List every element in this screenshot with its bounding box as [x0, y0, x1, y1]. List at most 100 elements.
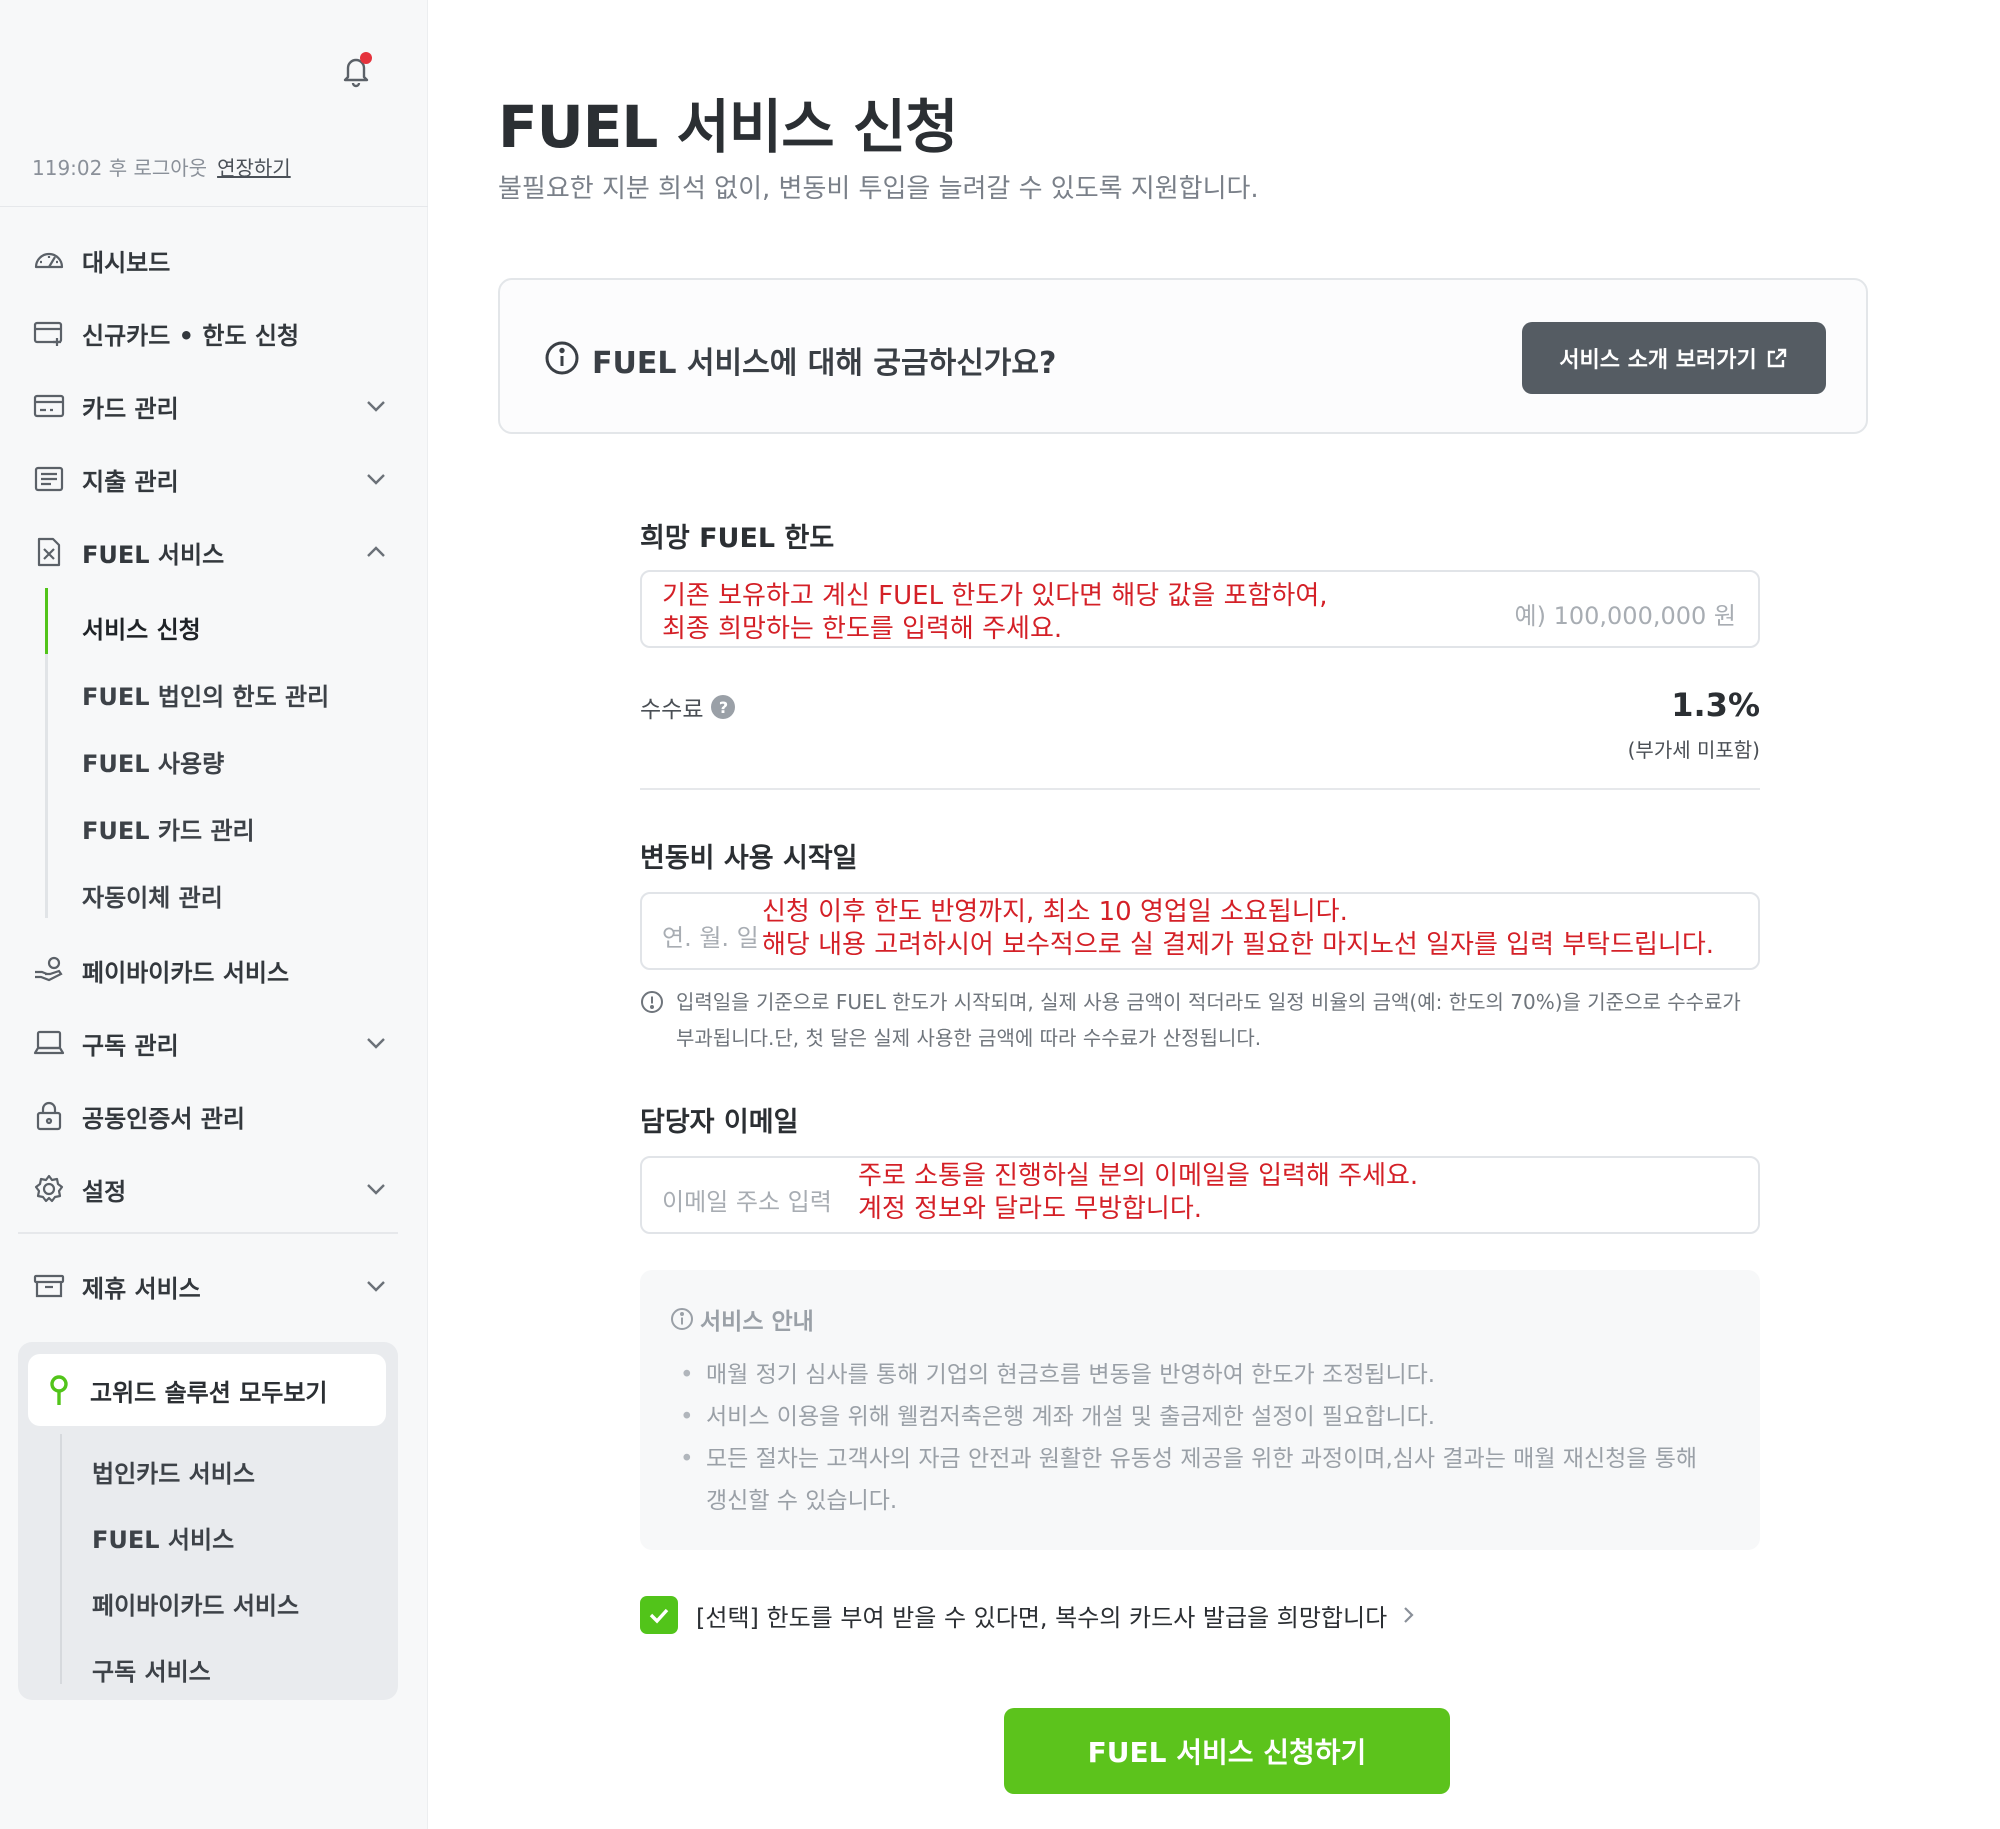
- sidebar-item-fuel-service[interactable]: FUEL 서비스: [32, 530, 390, 574]
- service-guide-title: 서비스 안내: [670, 1302, 814, 1336]
- limit-annotation-line: 기존 보유하고 계신 FUEL 한도가 있다면 해당 값을 포함하여,: [662, 581, 1328, 611]
- fee-note: (부가세 미포함): [1627, 738, 1760, 762]
- sidebar-item-label: 제휴 서비스: [82, 1274, 201, 1303]
- sidebar-item-label: FUEL 서비스: [82, 540, 225, 569]
- email-annotation-line: 계정 정보와 달라도 무방합니다.: [858, 1194, 1203, 1224]
- sidebar-item-label: 설정: [82, 1177, 127, 1206]
- service-info-card: FUEL 서비스에 대해 궁금하신가요? 서비스 소개 보러가기: [498, 278, 1868, 434]
- solution-item-paybycard[interactable]: 페이바이카드 서비스: [92, 1586, 299, 1621]
- sidebar-item-label: 구독 관리: [82, 1031, 179, 1060]
- sidebar-subitem-auto-transfer[interactable]: 자동이체 관리: [82, 878, 223, 913]
- list-item: 매월 정기 심사를 통해 기업의 현금흐름 변동을 반영하여 한도가 조정됩니다…: [680, 1354, 1720, 1396]
- sidebar-item-certificate[interactable]: 공동인증서 관리: [32, 1094, 390, 1138]
- list-item: 모든 절차는 고객사의 자금 안전과 원활한 유동성 제공을 위한 과정이며,심…: [680, 1438, 1720, 1522]
- sidebar-divider: [0, 206, 428, 207]
- page-title: FUEL 서비스 신청: [498, 93, 958, 161]
- receipt-icon: [32, 464, 66, 494]
- sidebar-subitem-fuel-usage[interactable]: FUEL 사용량: [82, 744, 224, 779]
- email-annotation: 주로 소통을 진행하실 분의 이메일을 입력해 주세요. 계정 정보와 달라도 …: [858, 1160, 1418, 1226]
- info-circle-icon: [545, 341, 579, 375]
- sidebar-item-label: 카드 관리: [82, 394, 179, 423]
- checkmark-icon: [649, 1608, 669, 1624]
- sidebar-item-label: 공동인증서 관리: [82, 1104, 245, 1133]
- solutions-guide-line: [60, 1434, 62, 1684]
- lock-icon: [32, 1101, 66, 1131]
- help-icon[interactable]: ?: [711, 695, 736, 719]
- fee-value: 1.3%: [1671, 686, 1760, 724]
- chevron-down-icon[interactable]: [362, 1029, 390, 1057]
- info-circle-icon: [671, 1308, 693, 1330]
- consent-checkbox[interactable]: [640, 1596, 678, 1634]
- list-item: 서비스 이용을 위해 웰컴저축은행 계좌 개설 및 출금제한 설정이 필요합니다…: [680, 1396, 1720, 1438]
- notification-dot: [360, 52, 372, 64]
- fee-label-text: 수수료: [640, 697, 704, 723]
- chevron-down-icon[interactable]: [362, 1175, 390, 1203]
- limit-input-placeholder: 예) 100,000,000 원: [1514, 602, 1736, 630]
- sidebar-item-label: 페이바이카드 서비스: [82, 958, 290, 987]
- limit-annotation-line: 최종 희망하는 한도를 입력해 주세요.: [662, 614, 1063, 644]
- service-guide-title-text: 서비스 안내: [700, 1309, 814, 1335]
- sidebar-subitem-service-apply[interactable]: 서비스 신청: [82, 610, 201, 645]
- sidebar-item-partner-services[interactable]: 제휴 서비스: [32, 1264, 390, 1308]
- sidebar-item-settings[interactable]: 설정: [32, 1167, 390, 1211]
- sidebar-item-new-card[interactable]: 신규카드 • 한도 신청: [32, 311, 390, 355]
- sidebar-item-label: 신규카드 • 한도 신청: [82, 321, 300, 350]
- laptop-icon: [32, 1028, 66, 1058]
- sidebar-item-expense-management[interactable]: 지출 관리: [32, 457, 390, 501]
- email-annotation-line: 주로 소통을 진행하실 분의 이메일을 입력해 주세요.: [858, 1161, 1419, 1191]
- consent-label: [선택] 한도를 부여 받을 수 있다면, 복수의 카드사 발급을 희망합니다: [696, 1603, 1388, 1632]
- start-date-notice: 입력일을 기준으로 FUEL 한도가 시작되며, 실제 사용 금액이 적더라도 …: [640, 984, 1760, 1056]
- start-date-label: 변동비 사용 시작일: [640, 843, 858, 874]
- start-date-notice-text: 입력일을 기준으로 FUEL 한도가 시작되며, 실제 사용 금액이 적더라도 …: [676, 990, 1741, 1050]
- solution-item-fuel[interactable]: FUEL 서비스: [92, 1520, 234, 1555]
- solution-item-corporate-card[interactable]: 법인카드 서비스: [92, 1454, 255, 1489]
- service-guide-list: 매월 정기 심사를 통해 기업의 현금흐름 변동을 반영하여 한도가 조정됩니다…: [680, 1354, 1720, 1522]
- chevron-up-icon[interactable]: [362, 538, 390, 566]
- service-guide-box: 서비스 안내 매월 정기 심사를 통해 기업의 현금흐름 변동을 반영하여 한도…: [640, 1270, 1760, 1550]
- solutions-title: 고위드 솔루션 모두보기: [90, 1378, 328, 1407]
- submit-fuel-application-button[interactable]: FUEL 서비스 신청하기: [1004, 1708, 1450, 1794]
- archive-icon: [32, 1271, 66, 1301]
- chevron-down-icon[interactable]: [362, 1272, 390, 1300]
- chevron-right-icon[interactable]: [1397, 1604, 1419, 1626]
- fuel-icon: [32, 537, 66, 567]
- service-question-text: FUEL 서비스에 대해 궁금하신가요?: [592, 346, 1057, 381]
- solutions-view-all[interactable]: 고위드 솔루션 모두보기: [28, 1354, 386, 1426]
- sidebar-item-subscription[interactable]: 구독 관리: [32, 1021, 390, 1065]
- solutions-panel: 고위드 솔루션 모두보기 법인카드 서비스 FUEL 서비스 페이바이카드 서비…: [18, 1342, 398, 1700]
- sidebar-item-card-management[interactable]: 카드 관리: [32, 384, 390, 428]
- speedometer-icon: [32, 245, 66, 275]
- notification-bell-icon[interactable]: [336, 50, 376, 90]
- location-pin-icon: [50, 1375, 68, 1405]
- start-date-annotation: 신청 이후 한도 반영까지, 최소 10 영업일 소요됩니다. 해당 내용 고려…: [762, 896, 1714, 962]
- session-timer: 119:02 후 로그아웃 연장하기: [32, 152, 291, 181]
- external-link-icon: [1767, 348, 1786, 368]
- sidebar-subitem-fuel-card-management[interactable]: FUEL 카드 관리: [82, 811, 255, 846]
- card-add-icon: [32, 318, 66, 348]
- sidebar-item-dashboard[interactable]: 대시보드: [32, 238, 390, 282]
- session-timer-text: 119:02 후 로그아웃: [32, 156, 208, 180]
- start-date-annotation-line: 신청 이후 한도 반영까지, 최소 10 영업일 소요됩니다.: [762, 897, 1348, 927]
- fee-label: 수수료 ?: [640, 690, 736, 724]
- multi-issuer-consent[interactable]: [선택] 한도를 부여 받을 수 있다면, 복수의 카드사 발급을 희망합니다: [640, 1596, 1419, 1634]
- gear-icon: [32, 1174, 66, 1204]
- service-intro-button[interactable]: 서비스 소개 보러가기: [1522, 322, 1826, 394]
- sidebar-item-paybycard[interactable]: 페이바이카드 서비스: [32, 948, 390, 992]
- section-divider: [640, 788, 1760, 790]
- start-date-annotation-line: 해당 내용 고려하시어 보수적으로 실 결제가 필요한 마지노선 일자를 입력 …: [762, 930, 1715, 960]
- alert-circle-icon: [641, 991, 663, 1013]
- sidebar-subitem-limit-management[interactable]: FUEL 법인의 한도 관리: [82, 677, 329, 712]
- extend-session-link[interactable]: 연장하기: [217, 156, 291, 180]
- service-intro-button-label: 서비스 소개 보러가기: [1559, 348, 1757, 373]
- card-icon: [32, 391, 66, 421]
- chevron-down-icon[interactable]: [362, 392, 390, 420]
- solution-item-subscription[interactable]: 구독 서비스: [92, 1652, 211, 1687]
- submenu-active-indicator: [45, 588, 48, 654]
- sidebar-divider: [18, 1232, 398, 1234]
- chevron-down-icon[interactable]: [362, 465, 390, 493]
- sidebar: 119:02 후 로그아웃 연장하기 대시보드 신규카드 • 한도 신청 카드 관…: [0, 0, 428, 1829]
- hand-coin-icon: [32, 955, 66, 985]
- page-subtitle: 불필요한 지분 희석 없이, 변동비 투입을 늘려갈 수 있도록 지원합니다.: [498, 174, 1259, 204]
- email-label: 담당자 이메일: [640, 1107, 799, 1138]
- sidebar-item-label: 지출 관리: [82, 467, 179, 496]
